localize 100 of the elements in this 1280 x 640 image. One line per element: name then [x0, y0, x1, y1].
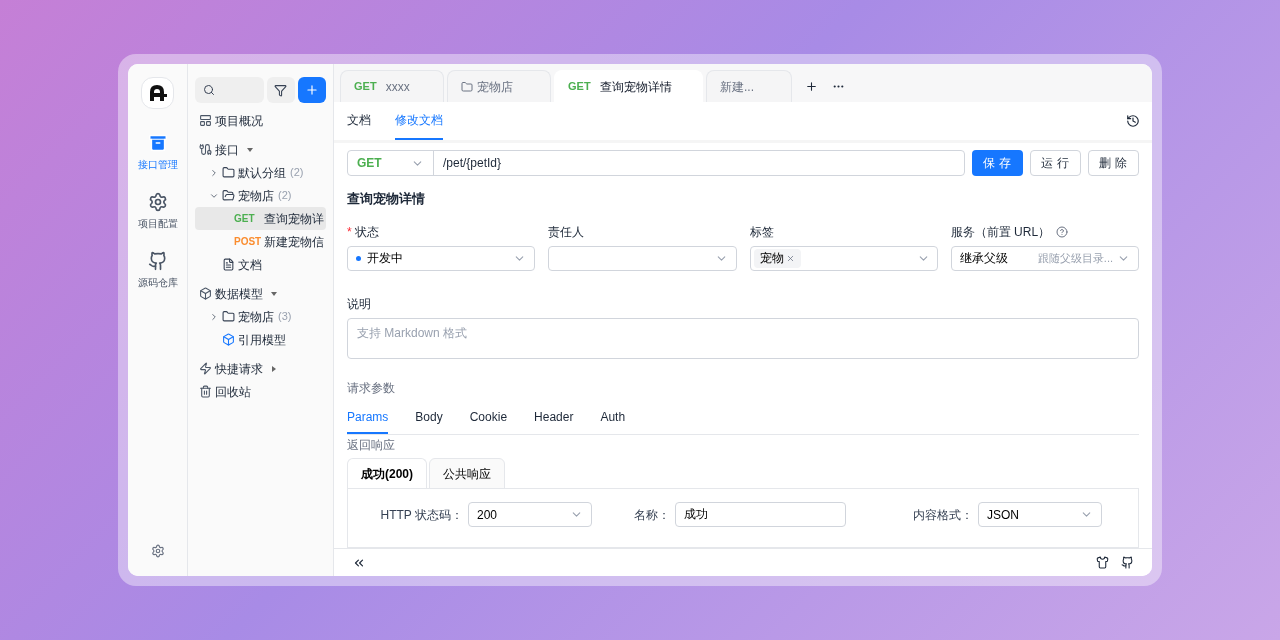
action-button[interactable]: 删除 — [1088, 150, 1139, 176]
folder-icon — [222, 310, 235, 323]
rail-item[interactable]: 源码仓库 — [137, 251, 178, 290]
editor-tab[interactable]: GET 查询宠物详情 — [554, 70, 703, 102]
settings-icon[interactable] — [150, 544, 165, 558]
add-button[interactable] — [297, 77, 326, 103]
tree-item[interactable]: 宠物店 — [238, 307, 274, 326]
doc-tab[interactable]: 修改文档 — [395, 102, 443, 140]
tree-section[interactable]: 数据模型 — [215, 284, 263, 303]
remove-icon[interactable] — [785, 253, 795, 263]
field-label: 标签 — [749, 223, 774, 241]
tab-label: xxxx — [385, 78, 410, 96]
tree-item[interactable]: 项目概况 — [215, 111, 263, 130]
endpoint-name: 查询宠物详 — [264, 210, 324, 228]
chevron-icon[interactable] — [209, 167, 219, 178]
cube-icon — [222, 333, 235, 346]
doc-tab[interactable]: 文档 — [347, 102, 371, 140]
param-tab[interactable]: Auth — [600, 408, 626, 434]
select-value: 200 — [477, 506, 499, 524]
tree-item[interactable]: 回收站 — [215, 382, 251, 401]
app-logo[interactable] — [141, 77, 174, 109]
archive-icon — [147, 133, 168, 153]
tag-select[interactable]: 宠物 — [749, 245, 938, 271]
rail-item[interactable]: 接口管理 — [137, 133, 178, 172]
gear-icon — [147, 192, 168, 212]
chevron-icon[interactable] — [209, 311, 219, 322]
field-label: 服务（前置 URL） — [950, 223, 1051, 241]
search-icon — [203, 84, 215, 96]
field-label: 说明 — [347, 295, 372, 313]
document-icon — [222, 258, 235, 271]
tag-chip: 宠物 — [753, 248, 801, 268]
filter-icon — [274, 83, 288, 97]
name-input[interactable]: 成功 — [675, 502, 846, 527]
plug-icon — [199, 143, 212, 156]
item-count: (2) — [278, 188, 292, 204]
description-field[interactable]: 支持 Markdown 格式 — [347, 317, 1139, 359]
item-count: (2) — [290, 165, 304, 181]
field-label: HTTP 状态码： — [380, 506, 463, 524]
layout-icon — [199, 114, 212, 127]
param-tab[interactable]: Body — [415, 408, 443, 434]
status-select[interactable]: 开发中 — [347, 245, 536, 271]
github-icon — [147, 251, 168, 271]
tree-item[interactable]: 默认分组 — [238, 163, 286, 182]
select-value: JSON — [987, 506, 1020, 524]
method-label: GET — [354, 79, 377, 95]
tree-section[interactable]: 快捷请求 — [215, 359, 263, 378]
tab-label: 宠物店 — [477, 78, 513, 96]
endpoint-title: 查询宠物详情 — [347, 190, 426, 208]
endpoint-item[interactable]: POST 新建宠物信 — [195, 230, 326, 253]
plus-icon — [304, 83, 319, 97]
service-select[interactable]: 继承父级 跟随父级目录... — [950, 245, 1139, 271]
editor-tab[interactable]: 新建... — [706, 70, 792, 102]
github-icon[interactable] — [1121, 556, 1134, 569]
endpoint-item[interactable]: GET 查询宠物详 — [195, 207, 326, 230]
section-label: 返回响应 — [347, 437, 396, 454]
editor-tab[interactable]: 宠物店 — [447, 70, 551, 102]
tab-label: 查询宠物详情 — [599, 78, 672, 96]
field-label: 状态 — [354, 223, 379, 241]
service-hint: 跟随父级目录... — [1037, 250, 1113, 266]
folder-icon — [222, 166, 235, 179]
tree-section[interactable]: 接口 — [215, 140, 239, 159]
response-tab[interactable]: 公共响应 — [429, 458, 505, 489]
caret-icon — [247, 146, 253, 153]
endpoint-name: 新建宠物信 — [264, 233, 324, 251]
field-label: 责任人 — [548, 223, 585, 241]
help-icon[interactable] — [1056, 225, 1069, 238]
trash-icon — [199, 385, 212, 398]
response-select[interactable]: JSON — [978, 502, 1102, 527]
url-path[interactable]: /pet/{petId} — [434, 154, 511, 172]
required-mark: * — [347, 223, 352, 241]
folder-icon — [461, 80, 473, 93]
status-value: 开发中 — [367, 250, 404, 267]
shirt-icon[interactable] — [1096, 556, 1109, 569]
cube-icon — [199, 287, 212, 300]
action-button[interactable]: 运行 — [1030, 150, 1081, 176]
item-count: (3) — [278, 309, 292, 325]
folder-icon — [222, 189, 235, 202]
response-select[interactable]: 200 — [468, 502, 592, 527]
method-label: GET — [234, 212, 256, 226]
response-tab[interactable]: 成功(200) — [347, 458, 427, 489]
editor-tab[interactable]: GET xxxx — [340, 70, 444, 102]
action-button[interactable]: 保存 — [972, 150, 1023, 176]
method-label: GET — [568, 79, 591, 95]
tab-label: 新建... — [720, 78, 754, 96]
method-label: POST — [234, 235, 263, 249]
service-value: 继承父级 — [959, 250, 1009, 267]
param-tab[interactable]: Params — [347, 408, 389, 434]
search-field[interactable] — [195, 77, 265, 103]
filter-button[interactable] — [267, 77, 295, 103]
param-tab[interactable]: Header — [534, 408, 574, 434]
tree-item[interactable]: 宠物店 — [238, 186, 274, 205]
tree-item[interactable]: 文档 — [238, 255, 262, 274]
tree-item[interactable]: 引用模型 — [238, 330, 286, 349]
param-tab[interactable]: Cookie — [469, 408, 508, 434]
field-label: 内容格式： — [913, 506, 973, 524]
add-tab-icon[interactable] — [805, 79, 818, 93]
caret-icon — [271, 290, 277, 297]
history-icon[interactable] — [1126, 114, 1140, 128]
rail-item[interactable]: 项目配置 — [137, 192, 178, 231]
caret-icon — [271, 365, 277, 372]
